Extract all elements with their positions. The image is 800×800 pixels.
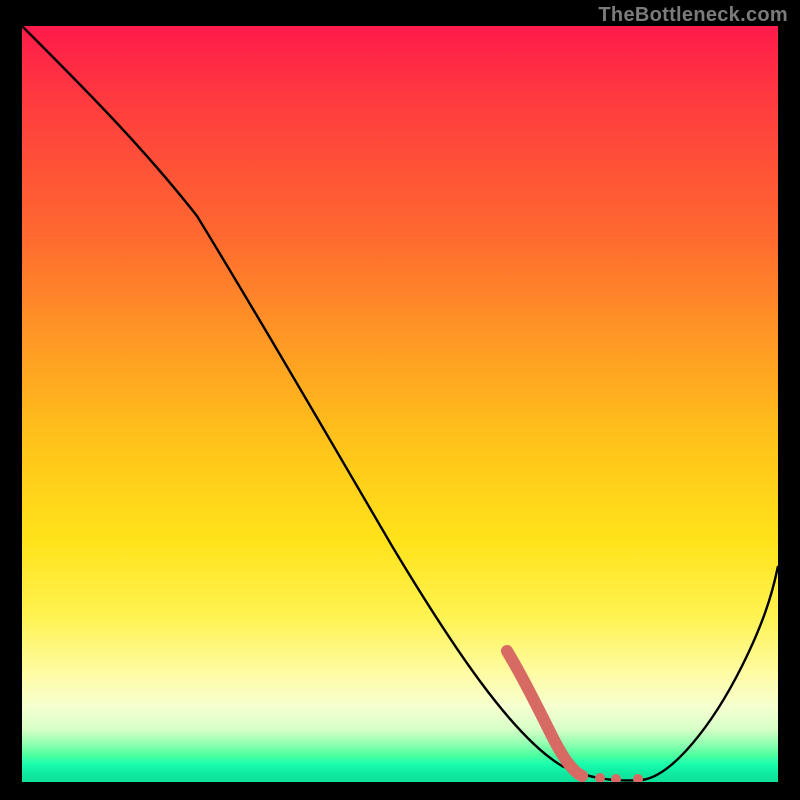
watermark-text: TheBottleneck.com (598, 4, 788, 27)
plot-area (22, 26, 778, 782)
bottleneck-curve (22, 26, 778, 780)
accent-dot (611, 774, 621, 782)
curve-layer (22, 26, 778, 782)
accent-segment (507, 651, 582, 776)
accent-dot (633, 774, 643, 782)
accent-dot (576, 770, 588, 782)
accent-dot (595, 773, 605, 782)
chart-frame: TheBottleneck.com (0, 0, 800, 800)
